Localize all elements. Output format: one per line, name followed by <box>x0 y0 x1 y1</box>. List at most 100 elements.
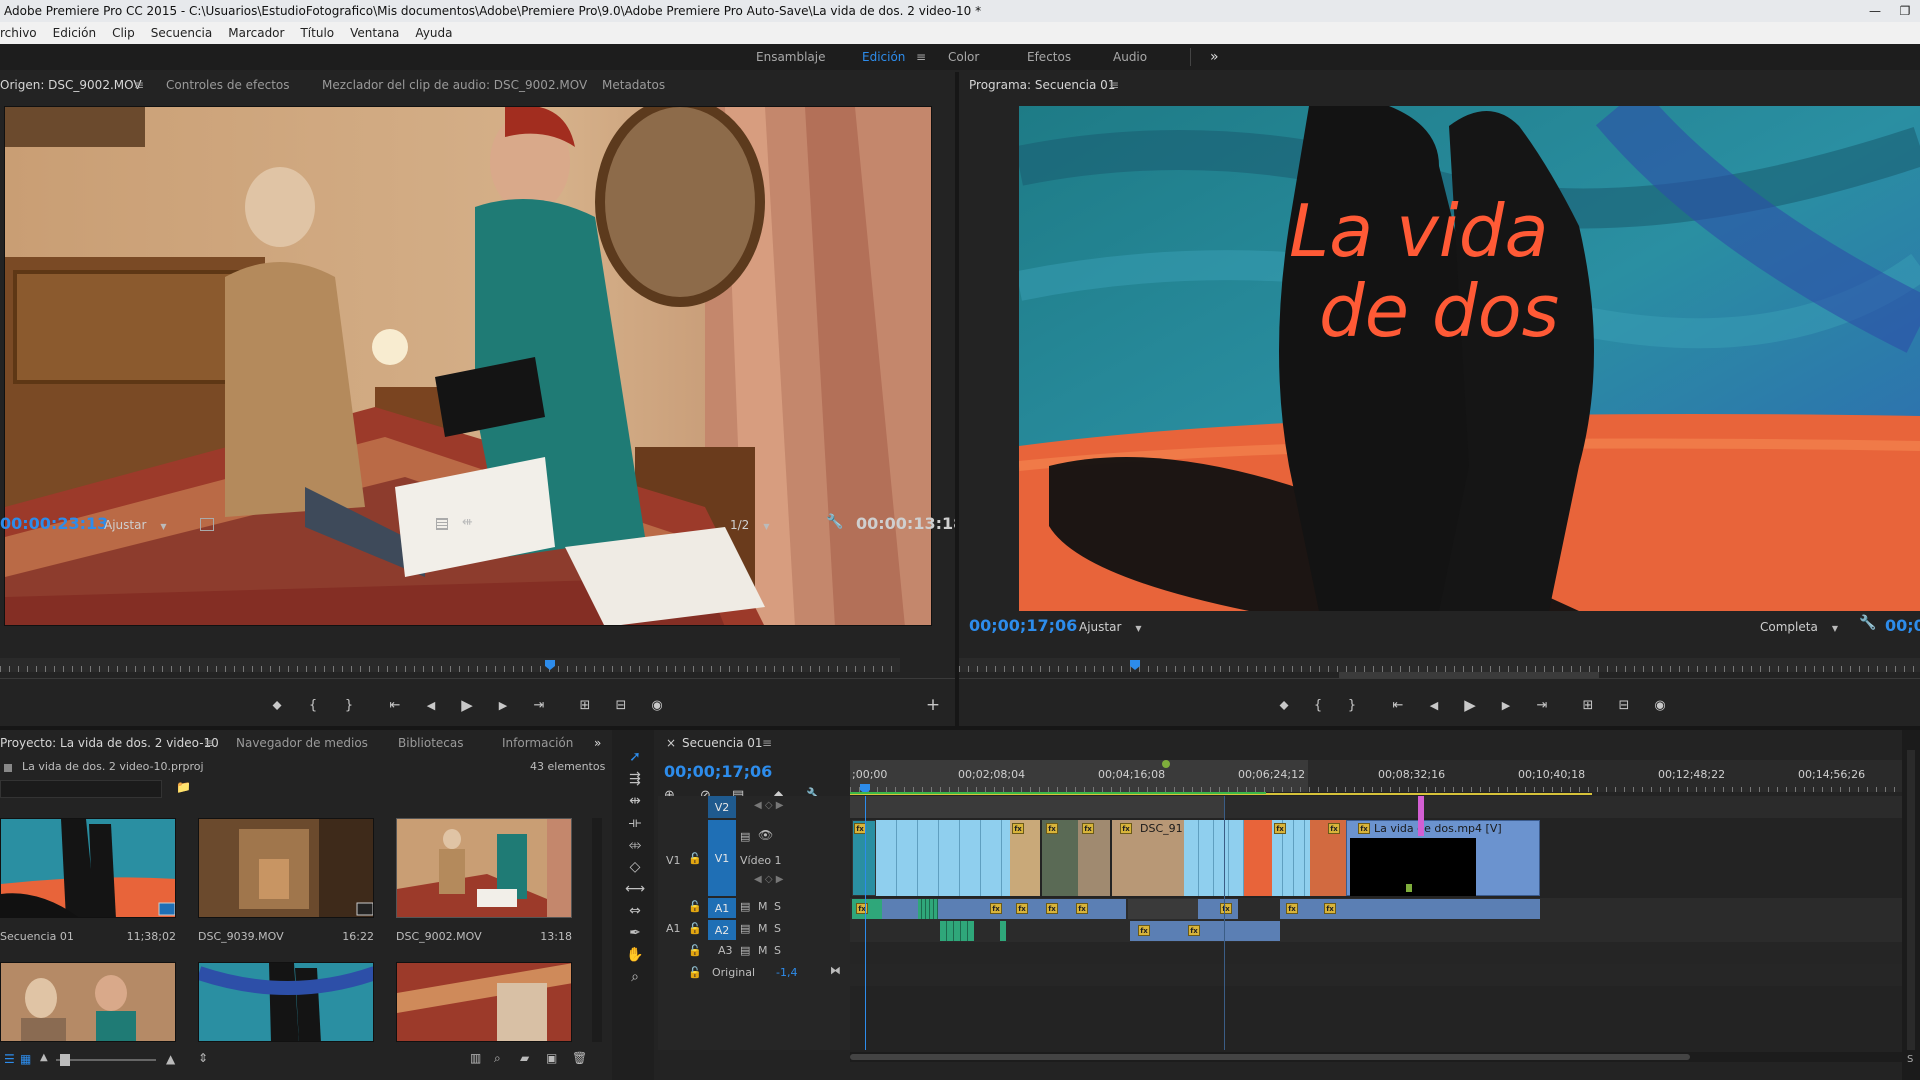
fx-badge[interactable]: fx <box>1046 823 1058 834</box>
fx-badge[interactable]: fx <box>1324 903 1336 914</box>
program-zoom-scroll[interactable] <box>1339 672 1599 678</box>
tab-metadata[interactable]: Metadatos <box>602 72 665 98</box>
fx-badge[interactable]: fx <box>1120 823 1132 834</box>
menu-edit[interactable]: Edición <box>47 26 106 40</box>
source-step-forward-button[interactable]: ▶ <box>492 694 514 716</box>
project-scrollbar[interactable] <box>592 818 602 1042</box>
fx-badge[interactable]: fx <box>1220 903 1232 914</box>
icon-view-icon[interactable]: ▦ <box>20 1052 31 1066</box>
a1-solo[interactable]: S <box>774 900 781 913</box>
solo-meter-label[interactable]: S <box>1907 1054 1913 1065</box>
selection-tool-icon[interactable]: ➚ <box>622 746 648 768</box>
fx-badge[interactable]: fx <box>856 903 868 914</box>
a1-mute[interactable]: M <box>758 900 768 913</box>
v1-target[interactable]: V1 <box>708 820 736 896</box>
a2-lock-icon[interactable]: 🔓 <box>688 922 702 935</box>
menu-window[interactable]: Ventana <box>344 26 409 40</box>
zoom-in-icon[interactable]: ▲ <box>166 1052 175 1066</box>
fx-badge[interactable]: fx <box>1286 903 1298 914</box>
track-area[interactable]: DSC_91 La vida de dos.mp4 [V] fx fx fx f… <box>850 796 1904 1050</box>
v1-keyframe-nav-icon[interactable]: ◀ ◇ ▶ <box>754 874 783 885</box>
menu-clip[interactable]: Clip <box>106 26 145 40</box>
tab-source[interactable]: Origen: DSC_9002.MOV <box>0 72 142 98</box>
v1-lock-icon[interactable]: 🔓 <box>688 852 702 865</box>
source-export-frame-button[interactable]: ◉ <box>646 694 668 716</box>
program-step-back-button[interactable]: ◀ <box>1423 694 1445 716</box>
v2-keyframe-nav-icon[interactable]: ◀ ◇ ▶ <box>754 800 783 811</box>
a3-label[interactable]: A3 <box>718 944 733 957</box>
a1-clip[interactable] <box>1198 899 1238 919</box>
slide-tool-icon[interactable]: ⇔ <box>622 900 648 922</box>
source-settings-wrench-icon[interactable]: 🔧 <box>826 514 843 530</box>
source-play-button[interactable]: ▶ <box>456 694 478 716</box>
trash-icon[interactable]: 🗑 <box>572 1051 587 1065</box>
fx-badge[interactable]: fx <box>1076 903 1088 914</box>
program-mark-in-button[interactable]: { <box>1307 694 1329 716</box>
master-lock-icon[interactable]: 🔓 <box>688 966 702 979</box>
fx-badge[interactable]: fx <box>1012 823 1024 834</box>
source-marker-button[interactable]: ⬥ <box>266 694 288 716</box>
workspace-edicion[interactable]: Edición <box>862 44 905 70</box>
master-goto-icon[interactable]: ⧓ <box>830 964 841 977</box>
project-item-dsc-9039[interactable] <box>198 818 374 918</box>
timeline-timecode[interactable]: 00;00;17;06 <box>664 762 772 781</box>
program-goto-out-button[interactable]: ⇥ <box>1531 694 1553 716</box>
fx-badge[interactable]: fx <box>1328 823 1340 834</box>
timeline-menu-icon[interactable]: ≡ <box>762 730 772 756</box>
timeline-playhead-line[interactable] <box>865 796 866 1050</box>
automate-sequence-icon[interactable]: ▥ <box>470 1051 481 1065</box>
timeline-time-ruler[interactable]: ;00;00 00;02;08;04 00;04;16;08 00;06;24;… <box>850 760 1904 794</box>
zoom-tool-icon[interactable]: ⌕ <box>622 966 648 988</box>
v1-clip[interactable] <box>1244 820 1272 896</box>
source-goto-in-button[interactable]: ⇤ <box>384 694 406 716</box>
a1-sync-lock-icon[interactable]: ▤ <box>740 900 750 913</box>
source-goto-out-button[interactable]: ⇥ <box>528 694 550 716</box>
fx-badge[interactable]: fx <box>1082 823 1094 834</box>
tab-project[interactable]: Proyecto: La vida de dos. 2 video-10 <box>0 730 219 756</box>
a3-sync-lock-icon[interactable]: ▤ <box>740 944 750 957</box>
source-add-button[interactable]: + <box>922 694 944 716</box>
program-settings-wrench-icon[interactable]: 🔧 <box>1859 615 1876 631</box>
sequence-marker[interactable] <box>1162 760 1170 768</box>
source-mark-in-button[interactable]: { <box>302 694 324 716</box>
project-item-dsc-9002[interactable] <box>396 818 572 918</box>
menu-file[interactable]: rchivo <box>0 26 47 40</box>
a3-mute[interactable]: M <box>758 944 768 957</box>
program-title[interactable]: Programa: Secuencia 01 <box>969 72 1115 98</box>
workspace-efectos[interactable]: Efectos <box>1027 44 1071 70</box>
source-resolution-dropdown[interactable]: 1/2 <box>730 518 769 532</box>
menu-sequence[interactable]: Secuencia <box>145 26 222 40</box>
program-lift-button[interactable]: ⊞ <box>1577 694 1599 716</box>
source-insert-button[interactable]: ⊞ <box>574 694 596 716</box>
master-lane[interactable] <box>850 964 1904 986</box>
a3-lock-icon[interactable]: 🔓 <box>688 944 702 957</box>
program-step-forward-button[interactable]: ▶ <box>1495 694 1517 716</box>
program-fit-dropdown[interactable]: Ajustar <box>1079 620 1142 634</box>
program-play-button[interactable]: ▶ <box>1459 694 1481 716</box>
source-timecode[interactable]: 00:00:23:13 <box>0 514 108 533</box>
menu-help[interactable]: Ayuda <box>409 26 462 40</box>
source-fit-dropdown[interactable]: Ajustar <box>104 518 167 532</box>
a2-clip-green[interactable] <box>940 921 974 941</box>
program-export-frame-button[interactable]: ◉ <box>1649 694 1671 716</box>
minimize-button[interactable]: — <box>1860 0 1890 22</box>
fx-badge[interactable]: fx <box>1138 925 1150 936</box>
program-marker-button[interactable]: ⬥ <box>1273 694 1295 716</box>
clip-marker[interactable] <box>1406 884 1412 892</box>
timeline-title[interactable]: Secuencia 01 <box>682 730 763 756</box>
fx-badge[interactable]: fx <box>1046 903 1058 914</box>
workspace-ensamblaje[interactable]: Ensamblaje <box>756 44 826 70</box>
fx-badge[interactable]: fx <box>1358 823 1370 834</box>
a2-mute[interactable]: M <box>758 922 768 935</box>
program-time-ruler[interactable] <box>959 658 1920 672</box>
menu-title[interactable]: Título <box>294 26 344 40</box>
source-time-ruler[interactable] <box>0 658 900 672</box>
fx-badge[interactable]: fx <box>1016 903 1028 914</box>
tab-info[interactable]: Información <box>502 730 573 756</box>
fx-badge[interactable]: fx <box>990 903 1002 914</box>
v2-target[interactable]: V2 <box>708 796 736 818</box>
workspace-menu-icon[interactable]: ≡ <box>916 44 926 70</box>
source-drag-audio-icon[interactable]: ⇺ <box>462 515 473 530</box>
zoom-slider-handle[interactable] <box>60 1054 70 1066</box>
new-bin-icon[interactable]: 📁 <box>176 780 191 794</box>
